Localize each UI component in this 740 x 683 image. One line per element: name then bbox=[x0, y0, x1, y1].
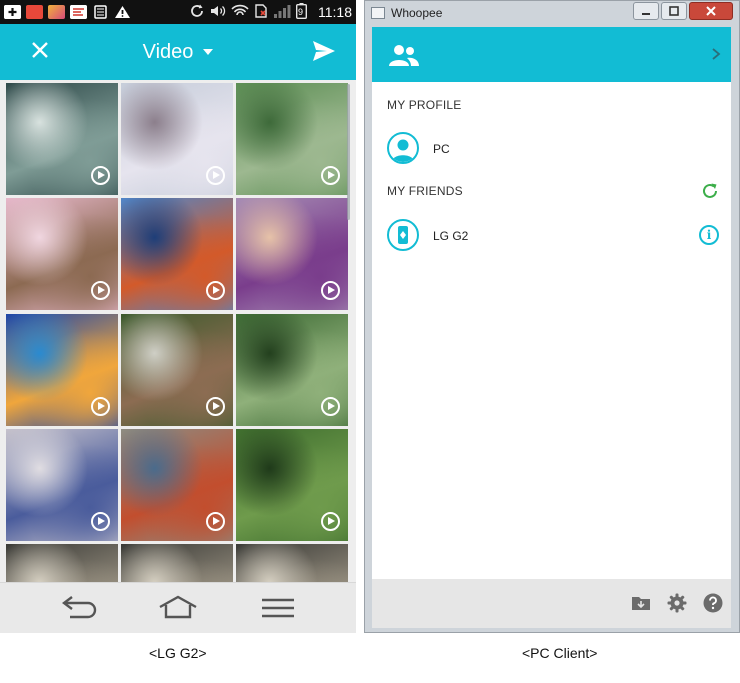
play-icon bbox=[91, 512, 110, 531]
play-icon bbox=[321, 512, 340, 531]
window-titlebar[interactable]: Whoopee bbox=[365, 1, 739, 25]
video-thumbnail-pufferfish[interactable] bbox=[6, 83, 118, 195]
info-glyph: i bbox=[706, 228, 712, 242]
play-icon bbox=[321, 166, 340, 185]
battery-level: 9 bbox=[298, 6, 304, 17]
window-close-button[interactable] bbox=[689, 2, 733, 20]
media-type-label: Video bbox=[142, 40, 194, 63]
message-notification-icon bbox=[70, 5, 87, 19]
pc-avatar bbox=[387, 132, 419, 164]
caption-lg-g2: <LG G2> bbox=[149, 645, 207, 661]
download-folder-icon[interactable] bbox=[631, 593, 651, 613]
my-profile-heading: MY PROFILE bbox=[387, 98, 462, 112]
people-icon bbox=[389, 45, 419, 66]
lg-g2-avatar bbox=[387, 219, 419, 251]
settings-gear-icon[interactable] bbox=[667, 593, 687, 613]
smartphone-icon bbox=[398, 226, 408, 244]
home-icon[interactable] bbox=[158, 595, 198, 621]
sync-icon bbox=[189, 4, 205, 21]
video-thumbnail-partial-row-1[interactable] bbox=[6, 544, 118, 582]
video-grid bbox=[0, 80, 356, 582]
status-bar: 9 11:18 bbox=[0, 0, 356, 24]
battery-icon: 9 bbox=[295, 2, 308, 22]
phone-screen: 9 11:18 Video bbox=[0, 0, 356, 633]
caption-pc-client: <PC Client> bbox=[522, 645, 598, 661]
play-icon bbox=[206, 281, 225, 300]
chevron-right-icon[interactable] bbox=[711, 47, 721, 61]
client-area: MY PROFILE PC MY FRIENDS LG G2 i bbox=[372, 27, 731, 628]
navigation-bar bbox=[0, 582, 356, 633]
signal-icon bbox=[273, 4, 291, 21]
status-indicators: 9 11:18 bbox=[189, 2, 352, 22]
no-sim-icon bbox=[254, 3, 268, 21]
add-notification-icon bbox=[4, 5, 21, 19]
warning-icon bbox=[114, 5, 131, 19]
client-footer bbox=[372, 579, 731, 628]
play-icon bbox=[91, 281, 110, 300]
info-icon[interactable]: i bbox=[699, 225, 719, 245]
video-thumbnail-rice-terraces[interactable] bbox=[236, 83, 348, 195]
client-header[interactable] bbox=[372, 27, 731, 82]
chevron-down-icon bbox=[203, 49, 214, 55]
friend-name: LG G2 bbox=[433, 229, 469, 243]
wifi-icon bbox=[231, 4, 249, 21]
video-thumbnail-flower-field-sunset[interactable] bbox=[236, 198, 348, 310]
play-icon bbox=[206, 397, 225, 416]
video-thumbnail-hot-air-balloons[interactable] bbox=[121, 198, 233, 310]
refresh-icon[interactable] bbox=[701, 182, 719, 200]
back-icon[interactable] bbox=[58, 595, 98, 621]
video-thumbnail-crowded-pier[interactable] bbox=[121, 429, 233, 541]
app-window-icon bbox=[371, 7, 385, 19]
status-time: 11:18 bbox=[318, 4, 352, 20]
video-thumbnail-partial-row-2[interactable] bbox=[121, 544, 233, 582]
play-icon bbox=[206, 166, 225, 185]
play-icon bbox=[321, 397, 340, 416]
video-thumbnail-aquarium-fish[interactable] bbox=[6, 314, 118, 426]
help-icon[interactable] bbox=[703, 593, 723, 613]
close-icon[interactable] bbox=[28, 38, 52, 62]
video-thumbnail-bamboo-forest[interactable] bbox=[236, 314, 348, 426]
video-thumbnail-green-forest[interactable] bbox=[236, 429, 348, 541]
video-thumbnail-kitten-and-deer[interactable] bbox=[6, 198, 118, 310]
menu-icon[interactable] bbox=[258, 595, 298, 621]
send-icon[interactable] bbox=[312, 40, 336, 62]
video-thumbnail-cherry-blossoms[interactable] bbox=[121, 83, 233, 195]
pc-client-window: Whoopee MY PROFILE PC MY FRIENDS LG G2 i bbox=[364, 0, 740, 633]
minimize-button[interactable] bbox=[633, 2, 659, 20]
my-friends-heading: MY FRIENDS bbox=[387, 184, 463, 198]
window-title: Whoopee bbox=[391, 6, 443, 20]
grid-scrollbar[interactable] bbox=[347, 84, 350, 220]
media-type-dropdown[interactable]: Video bbox=[143, 41, 214, 64]
gallery-notification-icon bbox=[48, 5, 65, 19]
play-icon bbox=[91, 166, 110, 185]
app-notification-icon bbox=[26, 5, 43, 19]
app-bar: Video bbox=[0, 24, 356, 80]
video-thumbnail-porcelain-vases[interactable] bbox=[6, 429, 118, 541]
video-thumbnail-partial-row-3[interactable] bbox=[236, 544, 348, 582]
play-icon bbox=[321, 281, 340, 300]
user-icon bbox=[392, 139, 414, 162]
play-icon bbox=[91, 397, 110, 416]
volume-icon bbox=[210, 4, 226, 21]
window-controls bbox=[631, 2, 733, 20]
profile-name: PC bbox=[433, 142, 450, 156]
play-icon bbox=[206, 512, 225, 531]
video-thumbnail-stone-wall-lane[interactable] bbox=[121, 314, 233, 426]
storage-notification-icon bbox=[92, 5, 109, 19]
maximize-button[interactable] bbox=[661, 2, 687, 20]
